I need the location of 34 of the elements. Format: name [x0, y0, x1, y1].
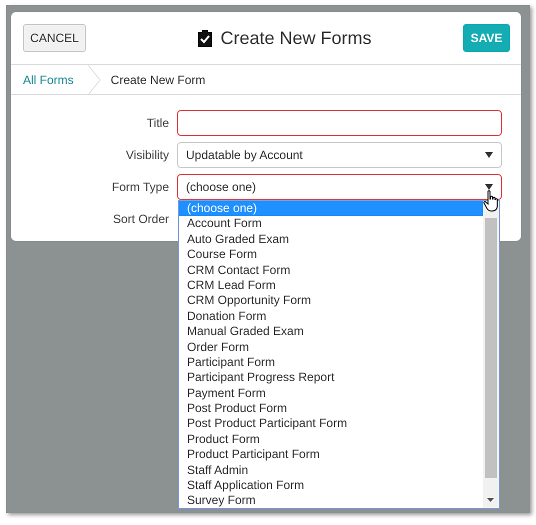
- dropdown-option[interactable]: Post Product Form: [179, 401, 483, 416]
- field-label: Visibility: [124, 148, 170, 162]
- dropdown-option[interactable]: CRM Lead Form: [179, 278, 483, 294]
- cancel-button[interactable]: CANCEL: [23, 24, 86, 52]
- dropdown-option[interactable]: CRM Contact Form: [179, 262, 483, 278]
- dropdown-option[interactable]: Payment Form: [179, 386, 483, 402]
- dropdown-option[interactable]: Product Participant Form: [179, 447, 483, 463]
- dropdown-option[interactable]: Participant Form: [179, 354, 483, 370]
- dropdown-option[interactable]: Order Form: [179, 340, 483, 355]
- dropdown-option[interactable]: Staff Application Form: [179, 478, 483, 494]
- dropdown-option[interactable]: Course Form: [179, 247, 483, 263]
- dropdown-option[interactable]: Donation Form: [179, 308, 483, 324]
- select-field[interactable]: (choose one): [177, 174, 502, 200]
- dropdown-option[interactable]: Survey Form: [179, 493, 483, 509]
- scroll-down-icon[interactable]: [487, 498, 494, 502]
- breadcrumb-current: Create New Form: [110, 72, 206, 86]
- dropdown-option[interactable]: Post Product Participant Form: [179, 416, 483, 432]
- field-label: Sort Order: [112, 212, 170, 226]
- dropdown-option[interactable]: Staff Admin: [179, 462, 483, 478]
- select-field[interactable]: Updatable by Account: [177, 142, 502, 168]
- dropdown-option[interactable]: Participant Progress Report: [179, 370, 483, 386]
- breadcrumb-link[interactable]: All Forms: [23, 72, 74, 86]
- clipboard-check-icon: [197, 29, 214, 47]
- dropdown-option[interactable]: Product Form: [179, 432, 483, 448]
- field-label: Form Type: [110, 180, 170, 194]
- dialog-title: Create New Forms: [220, 28, 372, 48]
- field-label: Title: [146, 116, 170, 130]
- title-field[interactable]: [177, 110, 502, 136]
- dropdown-option[interactable]: Auto Graded Exam: [179, 232, 483, 248]
- dropdown-option[interactable]: Account Form: [179, 216, 483, 232]
- scrollbar[interactable]: [483, 201, 499, 508]
- dropdown-option[interactable]: Manual Graded Exam: [179, 324, 483, 340]
- caret-icon: [485, 152, 493, 158]
- dropdown-option[interactable]: CRM Opportunity Form: [179, 293, 483, 309]
